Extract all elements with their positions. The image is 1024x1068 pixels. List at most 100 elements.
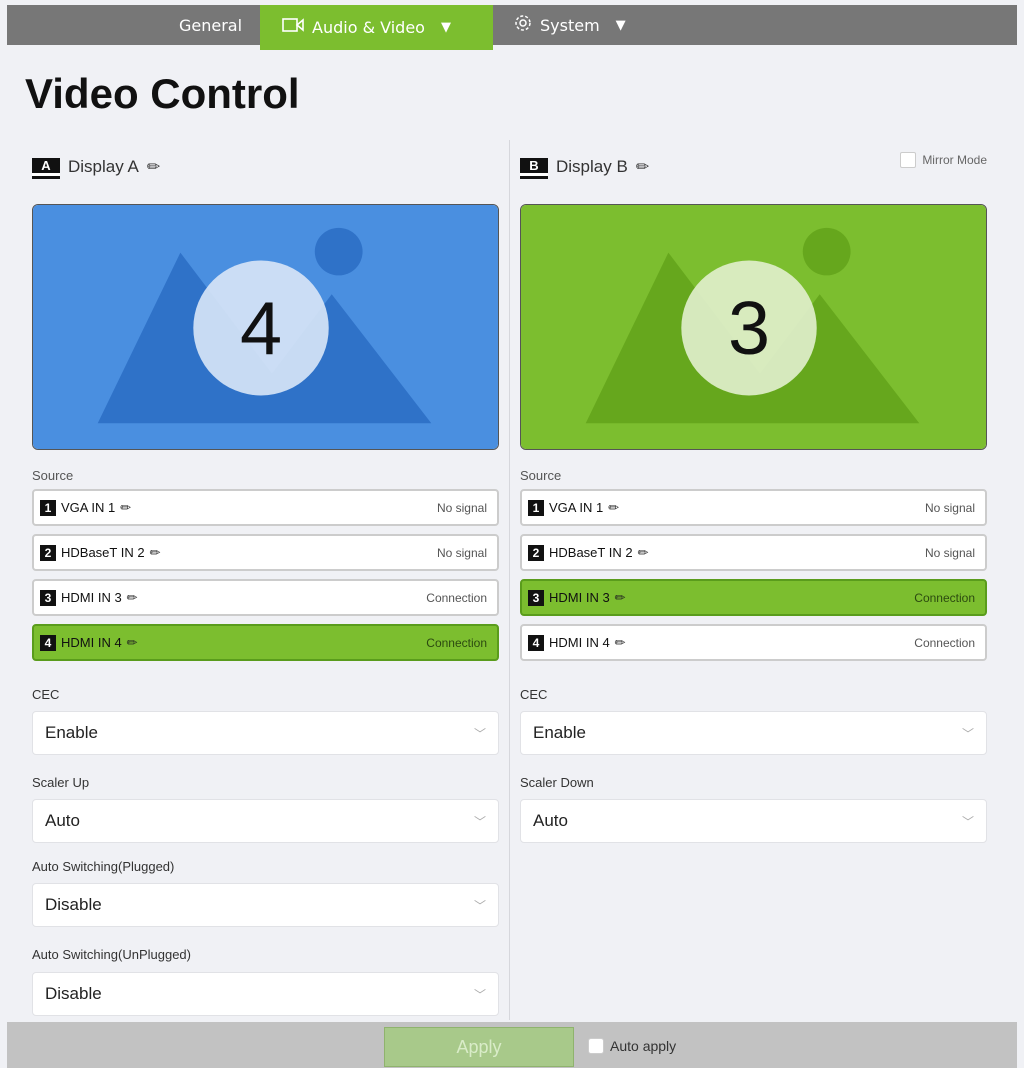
tab-general-label: General [179, 15, 243, 35]
source-item[interactable]: 2 HDBaseT IN 2 ✏ No signal [520, 534, 987, 571]
source-number: 4 [528, 634, 544, 651]
scaler-select[interactable]: Auto ﹀ [32, 799, 499, 843]
source-number: 3 [40, 589, 56, 606]
source-number: 1 [528, 499, 544, 516]
source-label: Source [520, 468, 562, 483]
source-name: HDBaseT IN 2 [61, 545, 145, 560]
mirror-mode-label: Mirror Mode [922, 153, 987, 167]
source-number: 4 [40, 634, 56, 651]
source-item[interactable]: 1 VGA IN 1 ✏ No signal [32, 489, 499, 526]
pencil-icon[interactable]: ✏ [150, 545, 161, 561]
source-status: No signal [436, 500, 487, 515]
source-item[interactable]: 3 HDMI IN 3 ✏ Connection [32, 579, 499, 616]
pencil-icon[interactable]: ✏ [127, 635, 138, 651]
top-nav: General Audio & Video ▼ System ▼ [7, 5, 1017, 50]
source-name: HDBaseT IN 2 [549, 545, 633, 560]
source-name: HDMI IN 4 [549, 635, 610, 650]
bottom-bar: Apply Auto apply [7, 1022, 1017, 1068]
auto-switching-plugged-select[interactable]: Disable ﹀ [32, 883, 499, 927]
auto-apply-label: Auto apply [610, 1038, 677, 1054]
source-item[interactable]: 4 HDMI IN 4 ✏ Connection [520, 624, 987, 661]
display-a-preview-number: 4 [240, 287, 282, 371]
scaler-select[interactable]: Auto ﹀ [520, 799, 987, 843]
tab-system[interactable]: System ▼ [514, 5, 626, 45]
tab-audio-video-label: Audio & Video [312, 18, 425, 37]
source-name: VGA IN 1 [61, 500, 116, 515]
tab-system-label: System [540, 15, 600, 35]
column-divider [509, 140, 510, 1020]
auto-switching-plugged-value: Disable [45, 895, 102, 914]
scaler-value: Auto [45, 811, 80, 830]
source-name: HDMI IN 4 [61, 635, 122, 650]
display-a-badge: A [32, 158, 60, 176]
display-b-preview[interactable]: 3 [520, 204, 987, 450]
source-status: Connection [426, 635, 487, 650]
source-status: Connection [914, 590, 975, 605]
chevron-down-icon: ﹀ [961, 726, 974, 741]
cec-select[interactable]: Enable ﹀ [32, 711, 499, 755]
pencil-icon[interactable]: ✏ [127, 590, 138, 606]
auto-switching-unplugged-value: Disable [45, 984, 102, 1003]
cec-value: Enable [533, 723, 586, 742]
source-number: 3 [528, 589, 544, 606]
cec-label: CEC [520, 687, 548, 702]
source-status: Connection [914, 635, 975, 650]
display-a-header: A Display A ✏ [32, 150, 499, 184]
display-a-name: Display A [68, 157, 139, 176]
display-b-panel: B Display B ✏ Mirror Mode 3 Source 1 VGA… [520, 150, 987, 843]
display-b-badge: B [520, 158, 548, 176]
source-status: No signal [436, 545, 487, 560]
chevron-down-icon: ﹀ [473, 726, 486, 741]
display-b-source-list: 1 VGA IN 1 ✏ No signal 2 HDBaseT IN 2 ✏ … [520, 489, 987, 669]
display-b-preview-number: 3 [728, 287, 770, 371]
chevron-down-icon: ﹀ [961, 814, 974, 829]
source-status: No signal [924, 500, 975, 515]
cec-label: CEC [32, 687, 60, 702]
auto-switching-plugged-label: Auto Switching(Plugged) [32, 859, 175, 874]
source-name: HDMI IN 3 [61, 590, 122, 605]
scaler-value: Auto [533, 811, 568, 830]
chevron-down-icon: ﹀ [473, 814, 486, 829]
chevron-down-icon: ▼ [615, 17, 626, 33]
mirror-mode-toggle[interactable]: Mirror Mode [900, 152, 987, 168]
display-a-panel: A Display A ✏ 4 Source 1 VGA IN 1 ✏ No s… [32, 150, 499, 1016]
source-number: 2 [40, 544, 56, 561]
page-title: Video Control [25, 70, 300, 117]
display-b-name: Display B [556, 157, 628, 176]
source-number: 1 [40, 499, 56, 516]
pencil-icon[interactable]: ✏ [638, 545, 649, 561]
display-a-source-list: 1 VGA IN 1 ✏ No signal 2 HDBaseT IN 2 ✏ … [32, 489, 499, 669]
source-item[interactable]: 1 VGA IN 1 ✏ No signal [520, 489, 987, 526]
pencil-icon[interactable]: ✏ [120, 500, 131, 516]
cec-value: Enable [45, 723, 98, 742]
mirror-mode-checkbox[interactable] [900, 152, 917, 168]
pencil-icon[interactable]: ✏ [615, 635, 626, 651]
chevron-down-icon: ▼ [440, 20, 451, 35]
source-number: 2 [528, 544, 544, 561]
tab-general[interactable]: General [179, 5, 242, 45]
pencil-icon[interactable]: ✏ [636, 157, 649, 177]
pencil-icon[interactable]: ✏ [608, 500, 619, 516]
tab-audio-video[interactable]: Audio & Video ▼ [260, 5, 493, 50]
source-item-selected[interactable]: 4 HDMI IN 4 ✏ Connection [32, 624, 499, 661]
gear-icon [514, 14, 532, 37]
scaler-label: Scaler Up [32, 775, 90, 790]
auto-switching-unplugged-label: Auto Switching(UnPlugged) [32, 947, 191, 962]
apply-button[interactable]: Apply [384, 1027, 574, 1067]
scaler-label: Scaler Down [520, 775, 594, 790]
source-item-selected[interactable]: 3 HDMI IN 3 ✏ Connection [520, 579, 987, 616]
pencil-icon[interactable]: ✏ [615, 590, 626, 606]
source-name: HDMI IN 3 [549, 590, 610, 605]
auto-switching-unplugged-select[interactable]: Disable ﹀ [32, 972, 499, 1016]
video-camera-icon [282, 17, 304, 38]
auto-apply-toggle[interactable]: Auto apply [588, 1038, 676, 1054]
source-name: VGA IN 1 [549, 500, 604, 515]
source-item[interactable]: 2 HDBaseT IN 2 ✏ No signal [32, 534, 499, 571]
chevron-down-icon: ﹀ [473, 898, 486, 913]
cec-select[interactable]: Enable ﹀ [520, 711, 987, 755]
chevron-down-icon: ﹀ [473, 987, 486, 1002]
pencil-icon[interactable]: ✏ [147, 157, 160, 177]
display-a-preview[interactable]: 4 [32, 204, 499, 450]
source-label: Source [32, 468, 74, 483]
auto-apply-checkbox[interactable] [588, 1038, 604, 1054]
